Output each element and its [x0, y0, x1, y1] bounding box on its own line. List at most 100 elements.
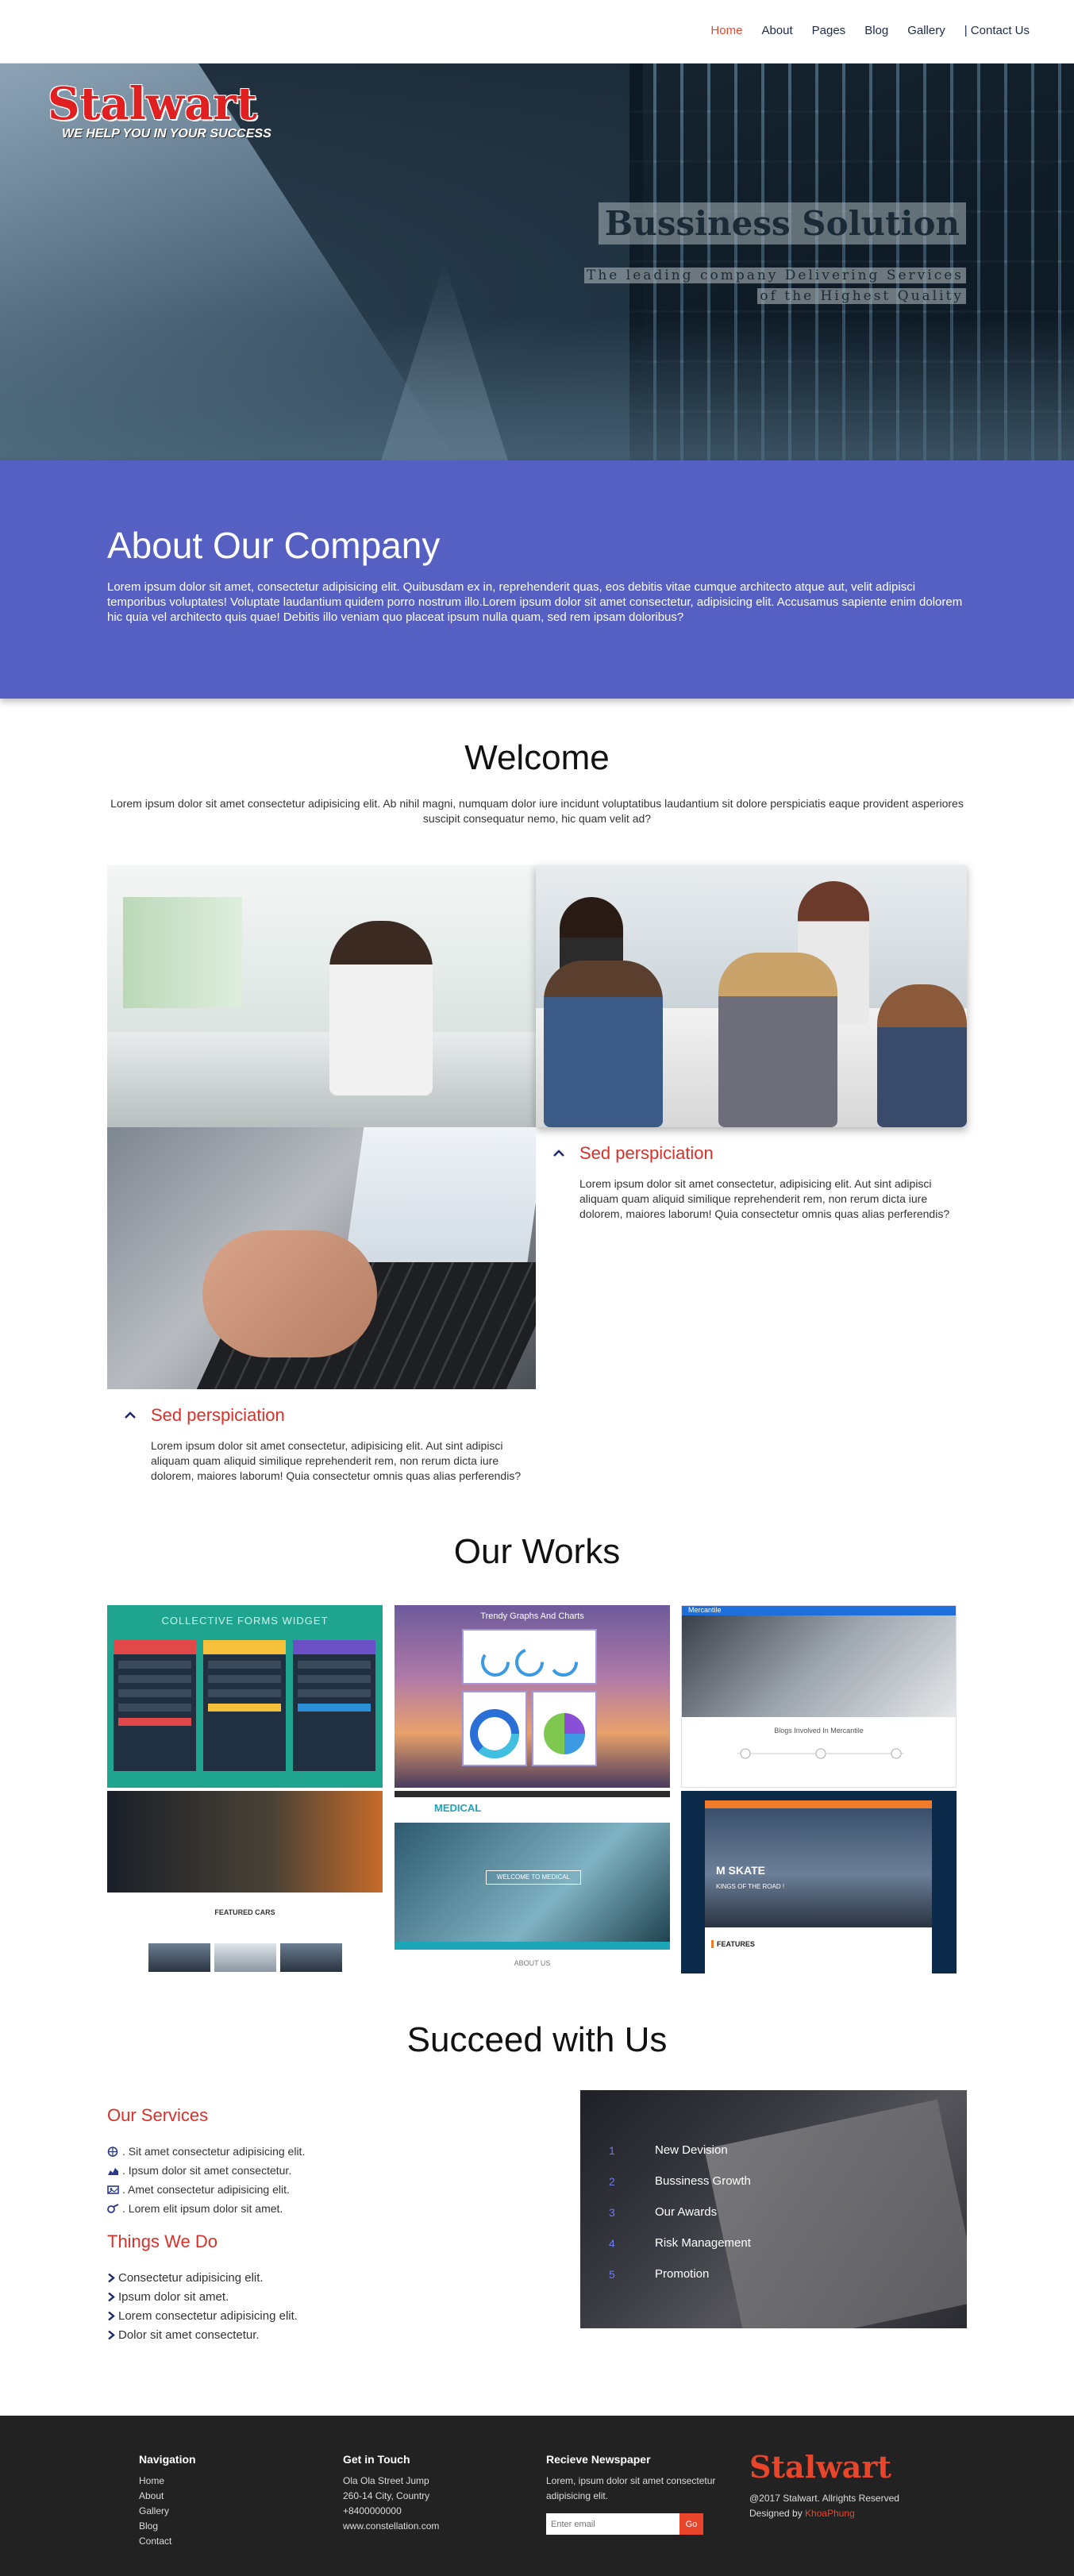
work-thumbnail-feature: FEATURES — [711, 1940, 755, 1948]
chevron-up-icon[interactable] — [552, 1146, 566, 1161]
list-item: . Sit amet consectetur adipisicing elit. — [107, 2142, 305, 2161]
photo-person — [544, 961, 663, 1127]
thumbnail-page: M SKATE KINGS OF THE ROAD ! FEATURES — [705, 1800, 932, 1973]
nav-pages-link[interactable]: Pages — [812, 24, 846, 37]
gauge-card — [462, 1629, 597, 1685]
list-number: 4 — [609, 2236, 615, 2250]
list-item[interactable]: 5 Promotion — [609, 2258, 751, 2289]
newsletter-go-button[interactable]: Go — [679, 2513, 703, 2535]
nav-gallery-link[interactable]: Gallery — [907, 24, 945, 37]
list-item: Consectetur adipisicing elit. — [107, 2268, 298, 2287]
list-item[interactable]: 4 Risk Management — [609, 2228, 751, 2258]
photo-window — [123, 897, 242, 1008]
work-thumbnail-subtitle: KINGS OF THE ROAD ! — [716, 1883, 785, 1890]
car-thumb — [280, 1943, 342, 1972]
list-item: Dolor sit amet consectetur. — [107, 2325, 298, 2344]
globe-icon — [107, 2146, 118, 2157]
footer-address-line: Ola Ola Street Jump — [343, 2475, 429, 2486]
form-column — [203, 1640, 286, 1771]
welcome-text: Lorem ipsum dolor sit amet consectetur a… — [110, 797, 964, 825]
form-column — [114, 1640, 196, 1771]
hero-subtitle-line-1: The leading company Delivering Services — [584, 268, 966, 283]
list-label: Our Awards — [655, 2205, 718, 2219]
top-navbar: Home About Pages Blog Gallery | Contact … — [0, 0, 1074, 64]
footer-link-home[interactable]: Home — [139, 2475, 164, 2486]
work-thumbnail-charts[interactable]: Trendy Graphs And Charts — [395, 1605, 670, 1788]
service-text: . Sit amet consectetur adipisicing elit. — [122, 2145, 306, 2158]
service-text: . Ipsum dolor sit amet consectetur. — [122, 2164, 292, 2177]
thumbnail-welcome-button: WELCOME TO MEDICAL — [486, 1870, 581, 1885]
newsletter-email-input[interactable] — [546, 2513, 679, 2535]
nav-home-link[interactable]: Home — [710, 24, 742, 37]
work-thumbnail-cars[interactable]: FEATURED CARS — [107, 1791, 383, 1973]
gauge-icons — [481, 1648, 578, 1677]
succeed-desk-photo: 1 New Devision 2 Bussiness Growth 3 Our Awa… — [580, 2090, 967, 2328]
work-thumbnail-title: M SKATE — [716, 1864, 765, 1877]
welcome-title: Welcome — [464, 738, 610, 777]
list-item: . Amet consectetur adipisicing elit. — [107, 2180, 305, 2199]
footer-contact: Get in Touch Ola Ola Street Jump 260-14 … — [343, 2453, 439, 2534]
hero-floor-reflection — [0, 318, 1074, 460]
photo-laptop-screen — [342, 1127, 536, 1278]
thing-text: Ipsum dolor sit amet. — [118, 2289, 229, 2304]
work-thumbnail-mercantile[interactable]: Mercantile Blogs Involved In Mercantile — [681, 1605, 957, 1788]
footer-website: www.constellation.com — [343, 2520, 440, 2532]
chevron-up-icon[interactable] — [123, 1408, 137, 1423]
photo-hand — [202, 1230, 377, 1357]
nav-about-link[interactable]: About — [761, 24, 792, 37]
service-text: . Lorem elit ipsum dolor sit amet. — [122, 2202, 283, 2215]
footer-city-line: 260-14 City, Country — [343, 2490, 430, 2501]
work-thumbnail-subtitle: Blogs Involved In Mercantile — [774, 1727, 864, 1735]
footer-phone: +8400000000 — [343, 2505, 402, 2516]
thumbnail-topbar — [395, 1791, 670, 1797]
feature-text-1: Lorem ipsum dolor sit amet consectetur, … — [579, 1177, 950, 1220]
list-item[interactable]: 3 Our Awards — [609, 2197, 751, 2228]
work-thumbnail-forms[interactable]: COLLECTIVE FORMS WIDGET — [107, 1605, 383, 1788]
work-thumbnail-title: Trendy Graphs And Charts — [480, 1611, 584, 1621]
photo-desk — [107, 1032, 536, 1127]
list-item[interactable]: 2 Bussiness Growth — [609, 2166, 751, 2197]
list-item: . Lorem elit ipsum dolor sit amet. — [107, 2199, 305, 2218]
footer-copyright: @2017 Stalwart. Allrights Reserved — [749, 2493, 899, 2504]
donut-card — [462, 1691, 527, 1766]
pie-card — [532, 1691, 597, 1766]
list-item[interactable]: 1 New Devision — [609, 2135, 751, 2166]
image-icon — [107, 2185, 119, 2194]
site-footer: Navigation Home About Gallery Blog Conta… — [0, 2416, 1074, 2576]
office-woman-photo — [107, 865, 536, 1127]
feature-block-2: Sed perspiciation Lorem ipsum dolor sit … — [123, 1405, 536, 1492]
list-number: 5 — [609, 2267, 615, 2281]
work-thumbnail-skate[interactable]: M SKATE KINGS OF THE ROAD ! FEATURES — [681, 1791, 957, 1973]
services-title: Our Services — [107, 2105, 209, 2125]
team-meeting-photo — [536, 865, 967, 1127]
thing-text: Consectetur adipisicing elit. — [118, 2270, 264, 2285]
chevron-right-icon — [108, 2330, 115, 2339]
succeed-numbered-list: 1 New Devision 2 Bussiness Growth 3 Our Awa… — [609, 2135, 751, 2289]
chevron-right-icon — [108, 2311, 115, 2320]
works-title: Our Works — [453, 1532, 621, 1571]
list-label: Bussiness Growth — [655, 2174, 751, 2188]
footer-link-gallery[interactable]: Gallery — [139, 2505, 169, 2516]
donut-chart-icon — [470, 1709, 519, 1758]
list-number: 2 — [609, 2174, 615, 2188]
footer-link-contact[interactable]: Contact — [139, 2536, 171, 2547]
site-logo[interactable]: Stalwart WE HELP YOU IN YOUR SUCCESS — [48, 78, 271, 141]
thumbnail-strip — [395, 1942, 670, 1950]
footer-link-blog[interactable]: Blog — [139, 2520, 158, 2532]
logo-tagline: WE HELP YOU IN YOUR SUCCESS — [62, 127, 271, 141]
area-chart-icon — [108, 2167, 118, 2175]
things-list: Consectetur adipisicing elit. Ipsum dolo… — [107, 2268, 298, 2344]
photo-person — [329, 921, 433, 1095]
footer-newsletter: Recieve Newspaper Lorem, ipsum dolor sit… — [546, 2453, 721, 2535]
feature-title-2: Sed perspiciation — [151, 1405, 285, 1425]
things-title: Things We Do — [107, 2231, 217, 2251]
footer-logo[interactable]: Stalwart — [749, 2449, 899, 2485]
footer-designer-link[interactable]: KhoaPhung — [805, 2508, 855, 2519]
hero-subtitle: The leading company Delivering Services … — [584, 265, 966, 306]
chevron-right-icon — [108, 2292, 115, 2301]
work-thumbnail-medical[interactable]: MEDICAL WELCOME TO MEDICAL ABOUT US — [395, 1791, 670, 1973]
nav-contact-link[interactable]: | Contact Us — [964, 24, 1030, 37]
nav-blog-link[interactable]: Blog — [864, 24, 888, 37]
newsletter-form: Go — [546, 2513, 721, 2535]
footer-link-about[interactable]: About — [139, 2490, 164, 2501]
